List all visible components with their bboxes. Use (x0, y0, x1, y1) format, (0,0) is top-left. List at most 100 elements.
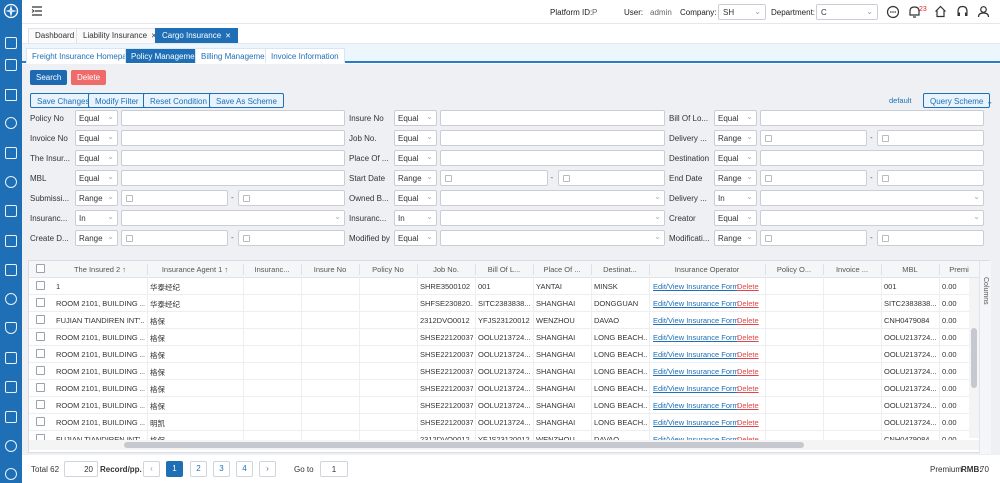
filter-operator-select[interactable]: Equal ⌄ (394, 150, 437, 166)
column-header[interactable]: Job No. (417, 265, 475, 274)
filter-operator-select[interactable]: In ⌄ (714, 190, 757, 206)
app-logo-icon[interactable] (0, 0, 22, 22)
table-row[interactable]: ROOM 2101, BUILDING ... 明凯 SHSE22120037 OOL… (29, 414, 979, 431)
save-changes-button[interactable]: Save Changes (30, 93, 97, 108)
column-header[interactable]: Premi (939, 265, 979, 274)
filter-operator-select[interactable]: Equal ⌄ (75, 170, 118, 186)
tab-dashboard[interactable]: Dashboard (28, 28, 82, 43)
location-icon[interactable] (5, 440, 17, 452)
filter-operator-select[interactable]: Equal ⌄ (75, 150, 118, 166)
edit-view-insurance-form-link[interactable]: Edit/View Insurance Form (653, 367, 739, 376)
range-end-input[interactable] (877, 230, 984, 246)
filter-value-input[interactable] (440, 150, 665, 166)
filter-value-select[interactable]: ⌄ (440, 190, 665, 206)
delete-row-link[interactable]: Delete (737, 384, 759, 393)
grid-icon[interactable] (5, 147, 17, 159)
filter-value-input[interactable] (440, 130, 665, 146)
filter-operator-select[interactable]: Equal ⌄ (714, 210, 757, 226)
save-as-scheme-button[interactable]: Save As Scheme (209, 93, 284, 108)
range-end-input[interactable] (557, 170, 665, 186)
table-icon[interactable] (5, 264, 17, 276)
edit-view-insurance-form-link[interactable]: Edit/View Insurance Form (653, 282, 739, 291)
column-header[interactable]: Insuranc... (243, 265, 301, 274)
document-icon[interactable] (5, 59, 17, 71)
row-checkbox[interactable] (36, 417, 45, 426)
close-icon[interactable]: ✕ (225, 33, 231, 40)
edit-view-insurance-form-link[interactable]: Edit/View Insurance Form (653, 316, 739, 325)
edit-view-insurance-form-link[interactable]: Edit/View Insurance Form (653, 401, 739, 410)
row-checkbox[interactable] (36, 332, 45, 341)
search-button[interactable]: Search (30, 70, 68, 85)
folder-icon[interactable] (5, 89, 17, 101)
company-select[interactable]: SH ⌄ (718, 4, 766, 20)
chart-icon[interactable] (5, 235, 17, 247)
table-row[interactable]: FUJIAN TIANDIREN INT'... 格保 2312DVO0012 YFJ… (29, 312, 979, 329)
filter-value-input[interactable] (760, 150, 984, 166)
edit-view-insurance-form-link[interactable]: Edit/View Insurance Form (653, 384, 739, 393)
delete-row-link[interactable]: Delete (737, 333, 759, 342)
subtab-invoice-information[interactable]: Invoice Information (265, 48, 345, 63)
filter-operator-select[interactable]: Equal ⌄ (394, 230, 437, 246)
column-header[interactable]: Policy No (359, 265, 417, 274)
amazon-icon[interactable] (5, 117, 17, 129)
edit-view-insurance-form-link[interactable]: Edit/View Insurance Form (653, 333, 739, 342)
scroll-thumb[interactable] (124, 442, 804, 448)
filter-operator-select[interactable]: Range ⌄ (75, 190, 118, 206)
range-end-input[interactable] (238, 230, 345, 246)
query-scheme-button[interactable]: Query Scheme ⌄ (923, 93, 993, 108)
range-end-input[interactable] (877, 130, 984, 146)
filter-value-input[interactable] (440, 110, 665, 126)
shield-icon[interactable] (5, 322, 17, 334)
horizontal-scrollbar[interactable] (29, 440, 979, 450)
user-profile-icon[interactable] (977, 5, 990, 18)
column-header[interactable]: Destinat... (591, 265, 649, 274)
delete-row-link[interactable]: Delete (737, 367, 759, 376)
filter-operator-select[interactable]: Range ⌄ (714, 130, 757, 146)
tab-liability-insurance[interactable]: Liability Insurance ✕ (76, 28, 164, 43)
next-page-button[interactable]: › (259, 461, 276, 477)
filter-operator-select[interactable]: Range ⌄ (714, 230, 757, 246)
delete-button[interactable]: Delete (71, 70, 107, 85)
row-checkbox[interactable] (36, 366, 45, 375)
filter-value-select[interactable]: ⌄ (121, 210, 345, 226)
home-icon[interactable] (934, 5, 947, 18)
filter-operator-select[interactable]: Equal ⌄ (394, 130, 437, 146)
range-end-input[interactable] (238, 190, 345, 206)
filter-value-select[interactable]: ⌄ (760, 190, 984, 206)
row-checkbox[interactable] (36, 298, 45, 307)
range-end-input[interactable] (877, 170, 984, 186)
columns-panel-toggle[interactable]: Columns (979, 261, 991, 454)
vertical-scrollbar[interactable] (969, 278, 979, 438)
filter-operator-select[interactable]: Equal ⌄ (394, 190, 437, 206)
column-header[interactable]: MBL (881, 265, 939, 274)
column-header[interactable]: The Insured 2 ↑ (53, 265, 147, 274)
row-checkbox[interactable] (36, 315, 45, 324)
tab-cargo-insurance[interactable]: Cargo Insurance ✕ (155, 28, 239, 43)
page-1-button[interactable]: 1 (166, 461, 183, 477)
row-checkbox[interactable] (36, 349, 45, 358)
column-header[interactable]: Insurance Operator (649, 265, 765, 274)
settings-icon[interactable] (5, 352, 17, 364)
home-icon[interactable] (5, 37, 17, 49)
filter-operator-select[interactable]: Range ⌄ (714, 170, 757, 186)
page-4-button[interactable]: 4 (236, 461, 253, 477)
table-row[interactable]: ROOM 2101, BUILDING ... 格保 SHSE22120037 OOL… (29, 363, 979, 380)
column-header[interactable]: Policy O... (765, 265, 823, 274)
filter-operator-select[interactable]: Equal ⌄ (394, 110, 437, 126)
select-all-checkbox[interactable] (36, 264, 45, 273)
delete-row-link[interactable]: Delete (737, 350, 759, 359)
filter-value-select[interactable]: ⌄ (440, 210, 665, 226)
archive-icon[interactable] (5, 411, 17, 423)
filter-value-input[interactable] (121, 110, 345, 126)
edit-view-insurance-form-link[interactable]: Edit/View Insurance Form (653, 350, 739, 359)
filter-value-input[interactable] (121, 130, 345, 146)
column-header[interactable]: Insure No (301, 265, 359, 274)
range-start-input[interactable] (121, 230, 228, 246)
filter-operator-select[interactable]: Equal ⌄ (714, 110, 757, 126)
column-header[interactable]: Insurance Agent 1 ↑ (147, 265, 243, 274)
cloud-icon[interactable] (5, 176, 17, 188)
goto-page-input[interactable]: 1 (320, 461, 348, 477)
edit-view-insurance-form-link[interactable]: Edit/View Insurance Form (653, 299, 739, 308)
filter-operator-select[interactable]: In ⌄ (75, 210, 118, 226)
delete-row-link[interactable]: Delete (737, 316, 759, 325)
